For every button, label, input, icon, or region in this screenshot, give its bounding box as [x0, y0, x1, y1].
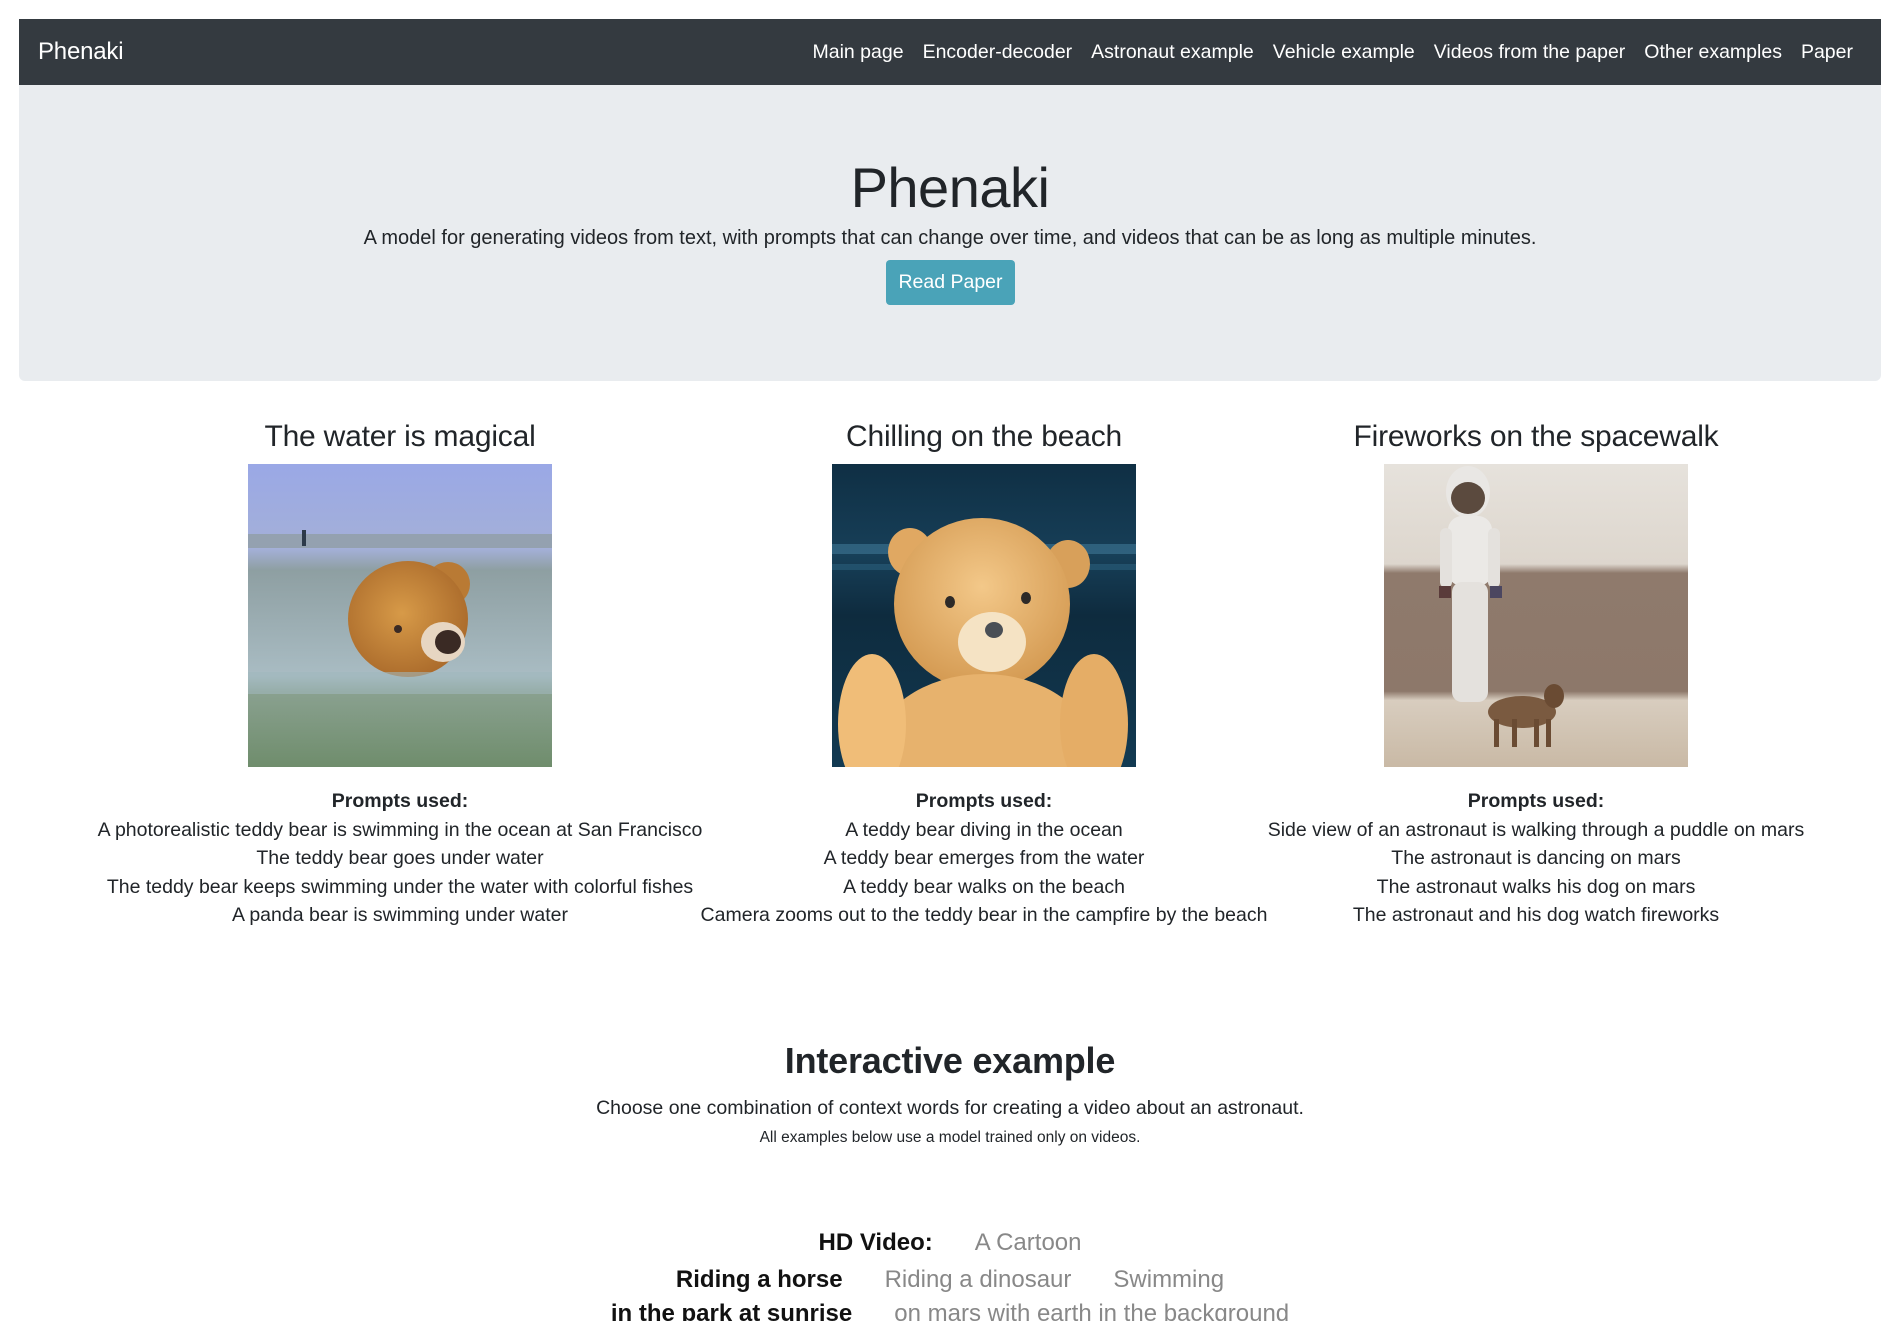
nav-link-encoder-decoder[interactable]: Encoder-decoder	[913, 41, 1082, 64]
prompt-line: Camera zooms out to the teddy bear in th…	[700, 904, 1268, 927]
video-frame-teddy-swimming	[248, 464, 552, 767]
interactive-note: All examples below use a model trained o…	[759, 1129, 1141, 1146]
interactive-description: Choose one combination of context words …	[596, 1097, 1304, 1119]
prompts-label: Prompts used:	[1467, 790, 1605, 812]
prompts-label: Prompts used:	[331, 790, 469, 812]
prompt-line: The astronaut and his dog watch firework…	[1352, 904, 1720, 927]
option-hd-video[interactable]: HD Video:	[798, 1229, 954, 1257]
video-frame-teddy-beach	[832, 464, 1136, 767]
action-choice-row: Riding a horse Riding a dinosaur Swimmin…	[0, 1266, 1900, 1294]
prompt-line: The astronaut is dancing on mars	[1391, 847, 1681, 870]
nav-link-astronaut-example[interactable]: Astronaut example	[1082, 41, 1264, 64]
brand-link[interactable]: Phenaki	[38, 38, 124, 66]
example-title: The water is magical	[264, 420, 536, 453]
prompt-line: A teddy bear walks on the beach	[843, 875, 1125, 898]
read-paper-button[interactable]: Read Paper	[886, 260, 1015, 305]
prompt-line: A teddy bear emerges from the water	[823, 847, 1145, 870]
example-card: Chilling on the beach Prompts used: A te…	[674, 415, 1294, 930]
teddy-bear-swimming-video[interactable]	[248, 464, 552, 767]
nav-link-other-examples[interactable]: Other examples	[1635, 41, 1792, 64]
option-riding-a-dinosaur[interactable]: Riding a dinosaur	[864, 1266, 1093, 1294]
option-riding-a-horse[interactable]: Riding a horse	[655, 1266, 864, 1294]
astronaut-dog-mars-video[interactable]	[1384, 464, 1688, 767]
example-title: Chilling on the beach	[846, 420, 1122, 453]
prompts-label: Prompts used:	[915, 790, 1053, 812]
example-card: Fireworks on the spacewalk Prompts used:…	[1226, 415, 1846, 930]
nav-link-vehicle-example[interactable]: Vehicle example	[1263, 41, 1424, 64]
page-title: Phenaki	[850, 156, 1050, 219]
nav-link-main-page[interactable]: Main page	[803, 41, 913, 64]
nav-link-paper[interactable]: Paper	[1791, 41, 1862, 64]
prompt-line: A teddy bear diving in the ocean	[845, 818, 1123, 841]
option-swimming[interactable]: Swimming	[1092, 1266, 1245, 1294]
interactive-section-title: Interactive example	[784, 1040, 1116, 1081]
option-park-at-sunrise[interactable]: in the park at sunrise	[590, 1300, 873, 1321]
hero-section: Phenaki A model for generating videos fr…	[19, 85, 1881, 381]
option-a-cartoon[interactable]: A Cartoon	[954, 1229, 1103, 1257]
prompt-line: The teddy bear keeps swimming under the …	[106, 875, 694, 898]
location-choice-row: in the park at sunrise on mars with eart…	[0, 1300, 1900, 1321]
option-mars-earth-background[interactable]: on mars with earth in the background	[873, 1300, 1310, 1321]
prompt-line: A panda bear is swimming under water	[231, 904, 568, 927]
teddy-bear-beach-video[interactable]	[832, 464, 1136, 767]
prompt-line: A photorealistic teddy bear is swimming …	[97, 818, 703, 841]
example-card: The water is magical Prompts used: A pho…	[90, 415, 710, 930]
prompt-line: Side view of an astronaut is walking thr…	[1267, 818, 1805, 841]
prompts-list: Prompts used: A photorealistic teddy bea…	[90, 787, 710, 930]
nav-link-videos-from-paper[interactable]: Videos from the paper	[1424, 41, 1635, 64]
prompt-line: The teddy bear goes under water	[256, 847, 544, 870]
nav-links: Main page Encoder-decoder Astronaut exam…	[803, 41, 1862, 64]
prompt-line: The astronaut walks his dog on mars	[1376, 875, 1696, 898]
video-frame-astronaut-mars	[1384, 464, 1688, 767]
navbar: Phenaki Main page Encoder-decoder Astron…	[19, 19, 1881, 85]
prompts-list: Prompts used: A teddy bear diving in the…	[674, 787, 1294, 930]
style-choice-row: HD Video: A Cartoon	[0, 1229, 1900, 1257]
page-subtitle: A model for generating videos from text,…	[363, 227, 1537, 249]
example-title: Fireworks on the spacewalk	[1353, 420, 1719, 453]
prompts-list: Prompts used: Side view of an astronaut …	[1226, 787, 1846, 930]
